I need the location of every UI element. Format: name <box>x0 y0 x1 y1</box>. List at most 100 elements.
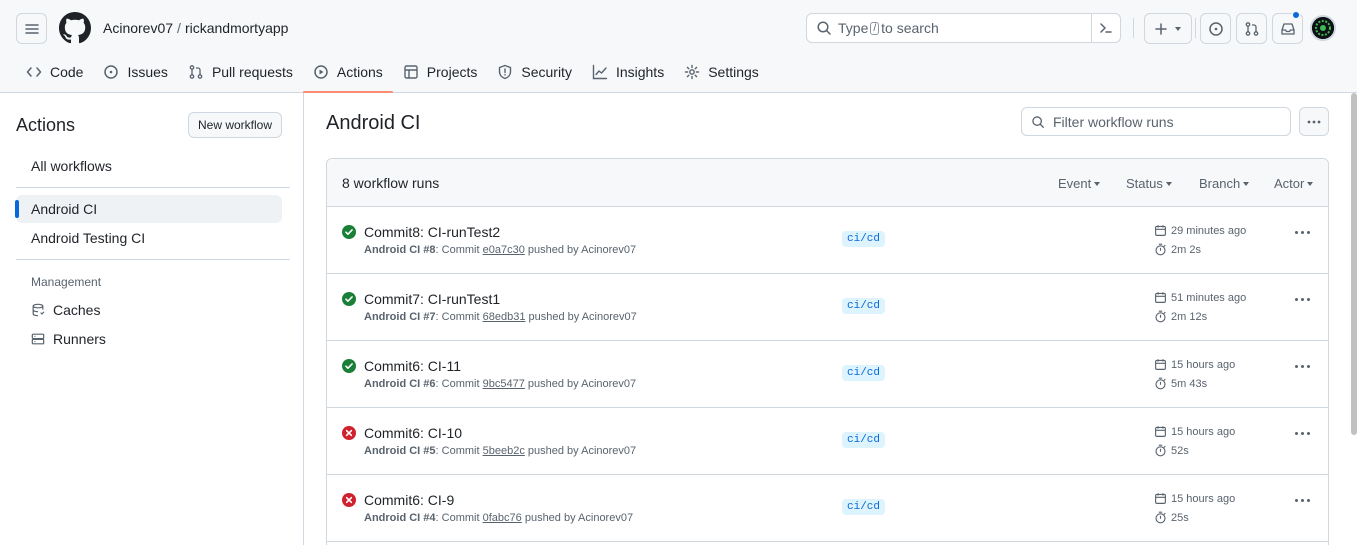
run-title[interactable]: Commit6: CI-10 <box>364 425 462 441</box>
run-time-ago: 51 minutes ago <box>1171 291 1247 304</box>
run-options-button[interactable] <box>1295 432 1310 435</box>
branch-badge[interactable]: ci/cd <box>842 365 886 381</box>
run-timestamp: 51 minutes ago <box>1154 291 1246 304</box>
menu-button[interactable] <box>16 13 47 44</box>
run-timestamp: 15 hours ago <box>1154 425 1235 438</box>
run-options-button[interactable] <box>1295 499 1310 502</box>
workflow-run-row[interactable]: Commit6: CI-11 Android CI #6: Commit 9bc… <box>327 341 1328 408</box>
run-title[interactable]: Commit6: CI-11 <box>364 358 461 374</box>
run-options-button[interactable] <box>1295 365 1310 368</box>
avatar[interactable] <box>1310 15 1336 41</box>
success-check-icon <box>342 225 356 239</box>
github-logo-icon[interactable] <box>59 12 91 44</box>
breadcrumb-repo[interactable]: rickandmortyapp <box>185 20 289 36</box>
calendar-icon <box>1155 426 1166 437</box>
run-options-button[interactable] <box>1295 231 1310 234</box>
commit-label: Commit <box>441 311 480 323</box>
page-scrollbar[interactable] <box>1351 93 1357 435</box>
filter-workflow-runs-input[interactable]: Filter workflow runs <box>1021 107 1291 136</box>
workflow-runs-list: 8 workflow runs Event Status Branch Acto… <box>326 158 1329 545</box>
kebab-dot <box>1295 231 1298 234</box>
tab-label: Security <box>521 63 572 80</box>
chevron-down-icon <box>1175 26 1181 31</box>
branch-badge[interactable]: ci/cd <box>842 231 886 247</box>
tab-settings[interactable]: Settings <box>674 56 769 87</box>
tab-label: Actions <box>336 63 383 80</box>
calendar-icon <box>1155 493 1166 504</box>
pushed-by: pushed by Acinorev07 <box>524 512 634 524</box>
pull-requests-button[interactable] <box>1236 13 1267 44</box>
hamburger-icon <box>24 23 39 34</box>
run-number: #8 <box>423 244 436 256</box>
kebab-dot <box>1301 231 1304 234</box>
workflow-options-button[interactable] <box>1299 107 1329 136</box>
run-options-button[interactable] <box>1295 298 1310 301</box>
stopwatch-icon <box>1155 511 1166 524</box>
sidebar-item-android-ci[interactable]: Android CI <box>15 195 282 223</box>
actor-filter-dropdown[interactable]: Actor <box>1274 176 1314 191</box>
tab-projects[interactable]: Projects <box>393 56 488 87</box>
commit-sha-link[interactable]: 68edb31 <box>483 311 526 323</box>
create-new-button[interactable] <box>1144 13 1192 44</box>
run-time-ago: 15 hours ago <box>1171 358 1236 371</box>
sidebar-item-all-workflows[interactable]: All workflows <box>16 152 282 180</box>
chevron-down-icon <box>1243 181 1250 186</box>
workflow-run-row[interactable]: Commit7: CI-runTest1 Android CI #7: Comm… <box>327 274 1328 341</box>
failure-x-icon <box>342 493 356 507</box>
issue-icon <box>104 64 119 79</box>
success-check-icon <box>342 359 356 373</box>
sidebar-item-label: Android Testing CI <box>31 230 146 246</box>
tab-pull-requests[interactable]: Pull requests <box>178 56 303 87</box>
workflow-run-row[interactable]: Commit8: CI-runTest2 Android CI #8: Comm… <box>327 207 1328 274</box>
run-workflow: Android CI <box>364 311 421 323</box>
status-filter-dropdown[interactable]: Status <box>1126 176 1172 191</box>
workflow-run-row[interactable]: Commit6: CI-10 Android CI #5: Commit 5be… <box>327 408 1328 475</box>
run-title[interactable]: Commit8: CI-runTest2 <box>364 224 500 240</box>
new-workflow-button[interactable]: New workflow <box>188 112 282 138</box>
branch-badge[interactable]: ci/cd <box>842 499 886 515</box>
run-title[interactable]: Commit7: CI-runTest1 <box>364 291 500 307</box>
sidebar-item-runners[interactable]: Runners <box>16 325 282 353</box>
commit-sha-link[interactable]: e0a7c30 <box>483 244 525 256</box>
graph-icon <box>592 64 608 79</box>
sidebar-item-label: All workflows <box>31 158 112 174</box>
event-filter-dropdown[interactable]: Event <box>1058 176 1101 191</box>
run-workflow: Android CI <box>364 244 421 256</box>
run-title[interactable]: Commit6: CI-9 <box>364 492 454 508</box>
filter-label: Actor <box>1274 176 1305 191</box>
tab-security[interactable]: Security <box>487 56 582 87</box>
tab-code[interactable]: Code <box>16 56 93 87</box>
issues-button[interactable] <box>1200 13 1231 44</box>
run-number: #5 <box>423 445 436 457</box>
kebab-dot <box>1295 432 1298 435</box>
notification-indicator <box>1292 11 1300 19</box>
run-number: #6 <box>423 378 436 390</box>
run-timestamp: 15 hours ago <box>1154 492 1235 505</box>
commit-sha-link[interactable]: 0fabc76 <box>483 512 522 524</box>
run-meta: Android CI #5: Commit 5beeb2c pushed by … <box>364 445 637 457</box>
runs-count: 8 workflow runs <box>342 174 440 191</box>
tab-label: Projects <box>426 63 478 80</box>
branch-badge[interactable]: ci/cd <box>842 298 886 314</box>
global-search-input[interactable]: Type / to search <box>806 13 1121 43</box>
search-prefix: Type <box>838 20 869 36</box>
tab-insights[interactable]: Insights <box>582 56 674 87</box>
tab-issues[interactable]: Issues <box>93 56 177 87</box>
kebab-dot <box>1301 365 1304 368</box>
filter-label: Status <box>1126 176 1163 191</box>
sidebar-item-label: Runners <box>53 331 106 347</box>
branch-badge[interactable]: ci/cd <box>842 432 886 448</box>
commit-sha-link[interactable]: 9bc5477 <box>483 378 525 390</box>
tab-actions[interactable]: Actions <box>302 56 393 93</box>
failure-x-icon <box>342 426 356 440</box>
search-shortcut-key: / <box>870 21 880 35</box>
breadcrumb-owner[interactable]: Acinorev07 <box>103 20 173 36</box>
command-palette-button[interactable] <box>1091 14 1120 42</box>
commit-sha-link[interactable]: 5beeb2c <box>483 445 525 457</box>
sidebar-item-caches[interactable]: Caches <box>16 296 282 324</box>
branch-filter-dropdown[interactable]: Branch <box>1199 176 1250 191</box>
commit-label: Commit <box>441 445 480 457</box>
workflow-run-row[interactable]: Commit6: CI-9 Android CI #4: Commit 0fab… <box>327 475 1328 542</box>
run-duration-value: 2m 12s <box>1171 310 1208 323</box>
sidebar-item-android-testing-ci[interactable]: Android Testing CI <box>16 224 282 252</box>
